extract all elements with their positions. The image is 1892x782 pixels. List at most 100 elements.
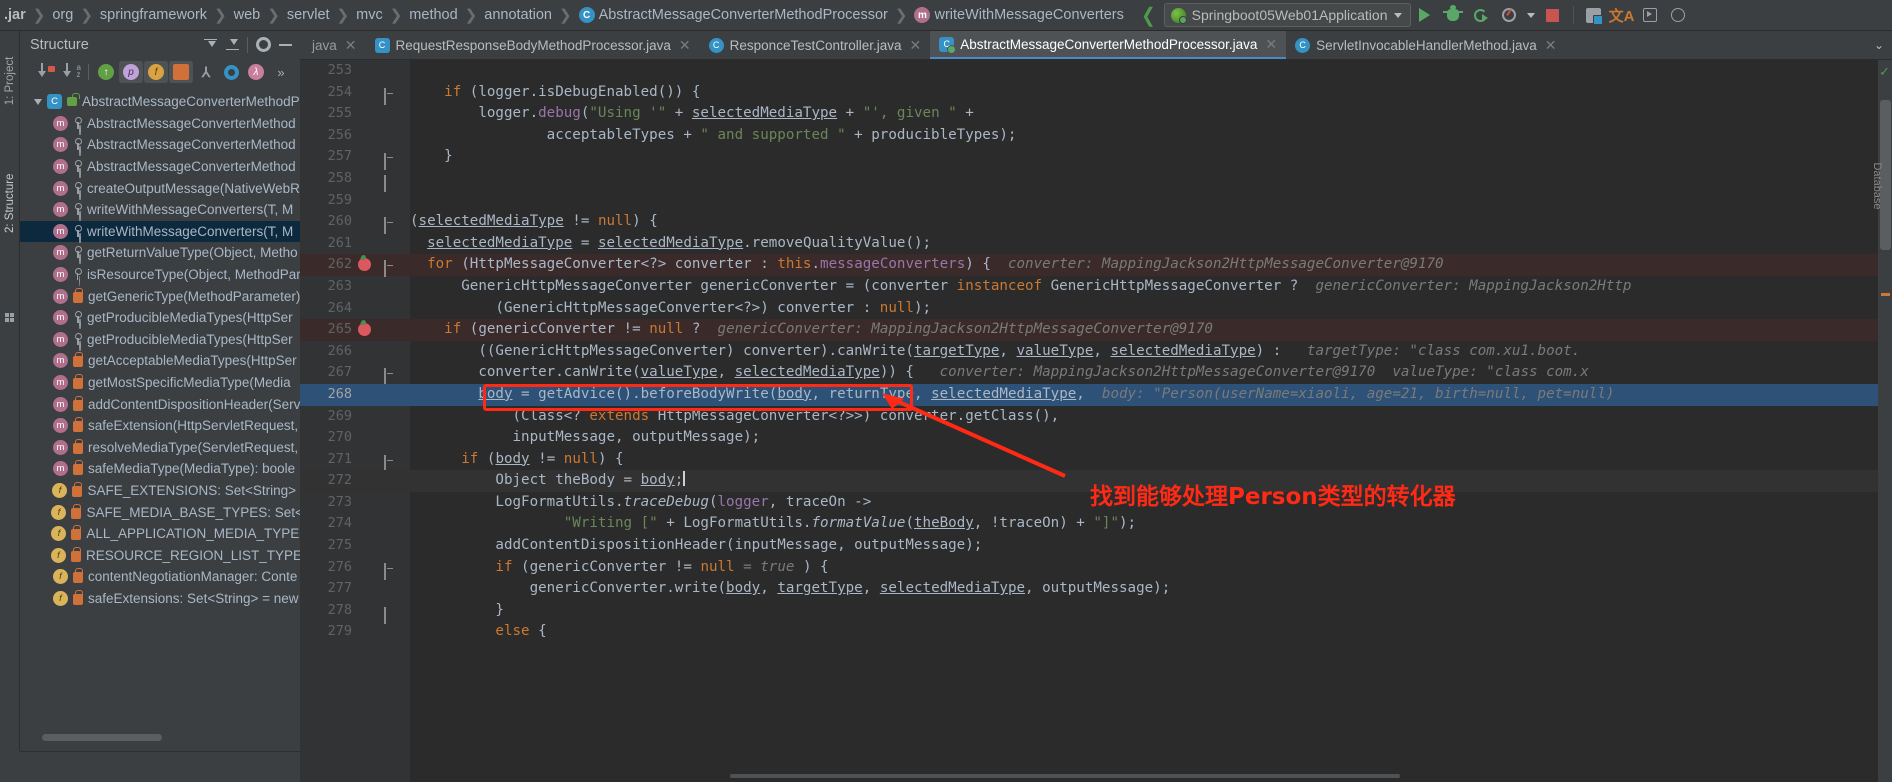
database-tool-label[interactable]: Database — [1871, 151, 1883, 221]
structure-tree-item[interactable]: m resolveMediaType(ServletRequest, — [20, 437, 300, 459]
code-line[interactable]: 258 — [300, 168, 1892, 192]
code-line[interactable]: 255 logger.debug("Using '" + selectedMed… — [300, 103, 1892, 125]
tool-window-more-icon[interactable] — [5, 313, 15, 323]
structure-tree-item[interactable]: f SAFE_EXTENSIONS: Set<String> = — [20, 480, 300, 502]
fold-open-icon[interactable] — [384, 454, 395, 472]
editor-tab[interactable]: C ResponceTestController.java ✕ — [700, 31, 931, 59]
editor-tab[interactable]: C RequestResponseBodyMethodProcessor.java… — [366, 31, 700, 59]
structure-tree-item[interactable]: m getProducibleMediaTypes(HttpSer — [20, 329, 300, 351]
structure-tree-item[interactable]: m safeMediaType(MediaType): boole — [20, 458, 300, 480]
structure-tree-item[interactable]: m addContentDispositionHeader(Serv — [20, 393, 300, 415]
code-line[interactable]: 279 else { — [300, 621, 1892, 643]
structure-tree-item[interactable]: m AbstractMessageConverterMethod — [20, 156, 300, 178]
editor-marker-bar[interactable]: ✓ Database — [1871, 60, 1892, 782]
show-properties-button[interactable]: p — [119, 61, 143, 83]
breadcrumb-item-springframework[interactable]: springframework — [94, 4, 213, 27]
structure-tree-item[interactable]: C AbstractMessageConverterMethodPro — [20, 91, 300, 113]
more-options-button[interactable]: » — [269, 61, 293, 83]
code-line[interactable]: 256 acceptableTypes + " and supported " … — [300, 125, 1892, 147]
profiler-dropdown[interactable] — [1523, 2, 1539, 28]
breakpoint-icon[interactable] — [358, 323, 371, 337]
fold-open-icon[interactable] — [384, 87, 395, 105]
structure-horizontal-scrollbar[interactable] — [42, 734, 162, 741]
terminal-button[interactable] — [1636, 2, 1664, 28]
breadcrumb-item-jar[interactable]: .jar — [2, 4, 32, 27]
structure-tree-item[interactable]: m getAcceptableMediaTypes(HttpSer — [20, 350, 300, 372]
tab-list-chevron-icon[interactable]: ⌄ — [1866, 31, 1892, 59]
translate-button[interactable]: 文A — [1608, 2, 1636, 28]
structure-tree-item[interactable]: m safeExtension(HttpServletRequest, — [20, 415, 300, 437]
editor-horizontal-scrollbar[interactable] — [730, 774, 1400, 778]
code-line[interactable]: 264 (GenericHttpMessageConverter<?>) con… — [300, 298, 1892, 320]
editor-tab[interactable]: C ServletInvocableHandlerMethod.java ✕ — [1286, 31, 1565, 59]
chevron-down-icon[interactable] — [34, 98, 42, 105]
sort-by-visibility-button[interactable] — [34, 61, 58, 83]
fold-bar-icon[interactable] — [384, 173, 395, 192]
breadcrumb-item-web[interactable]: web — [228, 4, 267, 27]
structure-tree-item[interactable]: m createOutputMessage(NativeWebR — [20, 177, 300, 199]
show-hierarchy-button[interactable]: ⅄ — [194, 61, 218, 83]
fold-open-icon[interactable] — [384, 259, 395, 278]
fold-close-icon[interactable] — [384, 151, 395, 171]
editor-tab[interactable]: java ✕ — [300, 31, 366, 59]
fold-open-icon[interactable] — [384, 216, 395, 235]
code-line[interactable]: 257 } — [300, 146, 1892, 171]
code-line[interactable]: 270 inputMessage, outputMessage); — [300, 427, 1892, 449]
structure-tree-item[interactable]: m getGenericType(MethodParameter) — [20, 285, 300, 307]
code-line[interactable]: 268 body = getAdvice().beforeBodyWrite(b… — [300, 383, 1892, 406]
code-line[interactable]: 274 "Writing [" + LogFormatUtils.formatV… — [300, 513, 1892, 535]
code-line[interactable]: 269 (Class<? extends HttpMessageConverte… — [300, 406, 1892, 428]
breadcrumb-item-mvc[interactable]: mvc — [350, 4, 389, 27]
code-line[interactable]: 267 converter.canWrite(valueType, select… — [300, 362, 1892, 386]
code-line[interactable]: 271 if (body != null) { — [300, 449, 1892, 472]
structure-tree-item[interactable]: m getMostSpecificMediaType(Media — [20, 372, 300, 394]
breakpoint-icon[interactable] — [358, 258, 371, 272]
structure-tree[interactable]: C AbstractMessageConverterMethodPro m Abstr… — [20, 91, 300, 719]
close-icon[interactable]: ✕ — [1545, 37, 1557, 54]
code-line[interactable]: 261 selectedMediaType = selectedMediaTyp… — [300, 233, 1892, 255]
coverage-button[interactable] — [1495, 2, 1523, 28]
close-icon[interactable]: ✕ — [345, 37, 357, 54]
editor-tab[interactable]: C AbstractMessageConverterMethodProcessor… — [930, 31, 1287, 59]
code-line[interactable]: 260 (selectedMediaType != null) { — [300, 211, 1892, 235]
structure-tree-item[interactable]: m getReturnValueType(Object, Metho — [20, 242, 300, 264]
show-inherited-button[interactable]: ↑ — [94, 61, 118, 83]
show-fields-button[interactable]: f — [144, 61, 168, 83]
stop-button[interactable] — [1539, 2, 1567, 28]
structure-tree-item[interactable]: f ALL_APPLICATION_MEDIA_TYPES: L — [20, 523, 300, 545]
code-line[interactable]: 265 if (genericConverter != null ? gener… — [300, 319, 1892, 341]
back-chevron-icon[interactable]: ❮ — [1141, 3, 1155, 28]
layers-button[interactable] — [1580, 2, 1608, 28]
structure-tree-item[interactable]: m writeWithMessageConverters(T, M — [20, 199, 300, 221]
editor-tab-bar[interactable]: java ✕ C RequestResponseBodyMethodProcessor… — [300, 31, 1892, 60]
sort-alphabetically-button[interactable]: az — [59, 61, 83, 83]
code-line[interactable]: 278 } — [300, 600, 1892, 624]
structure-tree-item[interactable]: m AbstractMessageConverterMethod — [20, 113, 300, 135]
structure-tree-item[interactable]: f SAFE_MEDIA_BASE_TYPES: Set<Stri — [20, 501, 300, 523]
close-icon[interactable]: ✕ — [679, 37, 691, 54]
run-configuration-selector[interactable]: Springboot05Web01Application — [1163, 3, 1411, 27]
debug-button[interactable] — [1439, 2, 1467, 28]
structure-tree-item[interactable]: m writeWithMessageConverters(T, M — [20, 220, 300, 243]
breadcrumb-item-method[interactable]: method — [403, 4, 463, 27]
tool-window-project[interactable]: 1: Project — [4, 53, 16, 109]
code-line[interactable]: 263 GenericHttpMessageConverter genericC… — [300, 276, 1892, 298]
breadcrumb-item-servlet[interactable]: servlet — [281, 4, 336, 27]
fold-bar-icon[interactable] — [384, 605, 395, 624]
structure-tree-item[interactable]: m AbstractMessageConverterMethod — [20, 134, 300, 156]
code-line[interactable]: 259 — [300, 190, 1892, 212]
fold-open-icon[interactable] — [384, 367, 395, 386]
breadcrumb-item-class[interactable]: C AbstractMessageConverterMethodProcesso… — [573, 4, 894, 27]
run-button[interactable] — [1411, 2, 1439, 28]
show-non-public-button[interactable] — [169, 61, 193, 83]
code-line[interactable]: 277 genericConverter.write(body, targetT… — [300, 578, 1892, 600]
code-line[interactable]: 276 if (genericConverter != null = true … — [300, 557, 1892, 580]
structure-tree-item[interactable]: m isResourceType(Object, MethodPar — [20, 264, 300, 286]
tool-window-structure[interactable]: 2: Structure — [4, 174, 16, 233]
show-anonymous-button[interactable] — [219, 61, 243, 83]
structure-settings-button[interactable] — [252, 34, 274, 56]
fold-open-icon[interactable] — [384, 562, 395, 580]
expand-all-button[interactable] — [199, 34, 221, 56]
code-lines[interactable]: 253 254 if (logger.isDebugEnabled()) {255… — [300, 60, 1892, 782]
code-line[interactable]: 266 ((GenericHttpMessageConverter) conve… — [300, 341, 1892, 363]
